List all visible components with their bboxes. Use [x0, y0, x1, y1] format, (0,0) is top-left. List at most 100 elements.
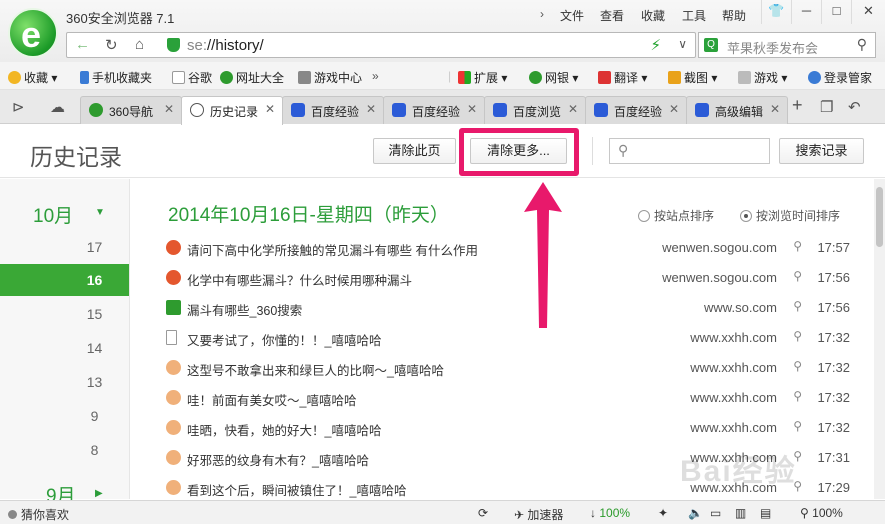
- sort-by-site[interactable]: 按站点排序: [638, 207, 714, 224]
- tab-close-icon[interactable]: ✕: [265, 102, 275, 116]
- undo-close-icon[interactable]: ↶: [848, 98, 861, 116]
- bookmark-google[interactable]: 谷歌: [172, 69, 212, 86]
- day-item[interactable]: 8: [0, 434, 129, 466]
- tab-close-icon[interactable]: ✕: [467, 102, 477, 116]
- history-title-link[interactable]: 漏斗有哪些_360搜索: [187, 300, 302, 319]
- tab-baidu-4[interactable]: 百度经验 ✕: [585, 96, 687, 124]
- toolbox-icon[interactable]: ▤: [760, 506, 771, 520]
- search-history-button[interactable]: 搜索记录: [779, 138, 864, 164]
- search-site-icon[interactable]: ⚲: [793, 419, 802, 433]
- search-site-icon[interactable]: ⚲: [793, 269, 802, 283]
- url-text[interactable]: se://history/: [187, 37, 264, 54]
- tab-list-icon[interactable]: ❐: [820, 98, 833, 116]
- tab-close-icon[interactable]: ✕: [366, 102, 376, 116]
- chevron-down-icon[interactable]: ∨: [678, 37, 687, 51]
- translate-button[interactable]: 翻译 ▾: [598, 69, 647, 86]
- menu-favorites[interactable]: 收藏: [641, 7, 665, 24]
- cleanup-icon[interactable]: ✦: [658, 506, 668, 520]
- search-icon[interactable]: ⚲: [857, 36, 867, 53]
- search-site-icon[interactable]: ⚲: [793, 389, 802, 403]
- zoom-level[interactable]: ⚲ 100%: [800, 506, 843, 520]
- screenshot-button[interactable]: 截图 ▾: [668, 69, 717, 86]
- cloud-icon[interactable]: ☁: [50, 98, 65, 116]
- guess-like-button[interactable]: 猜你喜欢: [8, 506, 69, 523]
- search-site-icon[interactable]: ⚲: [793, 329, 802, 343]
- address-bar[interactable]: ← ↻ ⌂ se://history/ ⚡ ∨: [66, 32, 696, 58]
- menu-tools[interactable]: 工具: [682, 7, 706, 24]
- tab-history[interactable]: 历史记录 ✕: [181, 96, 283, 125]
- history-title-link[interactable]: 哇！前面有美女哎～_嘻嘻哈哈: [187, 390, 356, 409]
- history-search-input[interactable]: ⚲: [609, 138, 770, 164]
- more-bookmarks-icon[interactable]: »: [372, 69, 379, 83]
- search-site-icon[interactable]: ⚲: [793, 299, 802, 313]
- menu-expand-icon[interactable]: ›: [540, 7, 544, 21]
- tab-360[interactable]: 360导航 ✕: [80, 96, 182, 124]
- tab-close-icon[interactable]: ✕: [770, 102, 780, 116]
- bookmark-games[interactable]: 游戏中心: [298, 69, 362, 86]
- download-status[interactable]: ↓ 100%: [590, 506, 630, 520]
- day-item[interactable]: 14: [0, 332, 129, 364]
- browser-logo[interactable]: e: [8, 8, 58, 58]
- new-tab-icon[interactable]: +: [792, 95, 803, 116]
- tab-close-icon[interactable]: ✕: [164, 102, 174, 116]
- speed-mode-icon[interactable]: ⚡: [650, 36, 661, 54]
- ebank-button[interactable]: 网银 ▾: [529, 69, 578, 86]
- chevron-down-icon[interactable]: ▼: [95, 207, 105, 218]
- tab-close-icon[interactable]: ✕: [568, 102, 578, 116]
- feedback-icon[interactable]: ⟳: [478, 506, 488, 520]
- history-row[interactable]: 哇晒，快看，她的好大！_嘻嘻哈哈 www.xxhh.com ⚲ 17:32: [162, 413, 862, 443]
- chevron-right-icon[interactable]: ▶: [95, 488, 103, 499]
- refresh-icon[interactable]: ↻: [105, 36, 118, 54]
- bookmark-hao[interactable]: 网址大全: [220, 69, 284, 86]
- day-item[interactable]: 17: [0, 231, 129, 263]
- sort-by-time[interactable]: 按浏览时间排序: [740, 207, 840, 224]
- history-title-link[interactable]: 请问下高中化学所接触的常见漏斗有哪些 有什么作用: [187, 240, 478, 259]
- history-row[interactable]: 哇！前面有美女哎～_嘻嘻哈哈 www.xxhh.com ⚲ 17:32: [162, 383, 862, 413]
- close-icon[interactable]: ✕: [851, 0, 885, 24]
- tab-close-icon[interactable]: ✕: [669, 102, 679, 116]
- scrollbar-thumb[interactable]: [876, 187, 883, 247]
- window-icon[interactable]: ▭: [710, 506, 721, 520]
- minimize-icon[interactable]: ─: [791, 0, 821, 24]
- layout-icon[interactable]: ▥: [735, 506, 746, 520]
- history-title-link[interactable]: 哇晒，快看，她的好大！_嘻嘻哈哈: [187, 420, 381, 439]
- tab-baidu-1[interactable]: 百度经验 ✕: [282, 96, 384, 124]
- search-site-icon[interactable]: ⚲: [793, 359, 802, 373]
- back-icon[interactable]: ←: [75, 36, 90, 53]
- tab-baidu-5[interactable]: 高级编辑 ✕: [686, 96, 788, 124]
- scrollbar[interactable]: [874, 179, 885, 499]
- search-site-icon[interactable]: ⚲: [793, 239, 802, 253]
- history-title-link[interactable]: 化学中有哪些漏斗？什么时候用哪种漏斗: [187, 270, 412, 289]
- skin-icon[interactable]: 👕: [761, 0, 791, 24]
- so-search-icon[interactable]: Q: [704, 38, 718, 52]
- menu-view[interactable]: 查看: [600, 7, 624, 24]
- extensions-button[interactable]: 扩展 ▾: [458, 69, 507, 86]
- clear-page-button[interactable]: 清除此页: [373, 138, 456, 164]
- menu-help[interactable]: 帮助: [722, 7, 746, 24]
- favorites-button[interactable]: 收藏 ▾: [8, 69, 57, 86]
- login-manager-button[interactable]: 登录管家: [808, 69, 872, 86]
- day-item[interactable]: 9: [0, 400, 129, 432]
- history-row[interactable]: 化学中有哪些漏斗？什么时候用哪种漏斗 wenwen.sogou.com ⚲ 17:56: [162, 263, 862, 293]
- history-title-link[interactable]: 看到这个后，瞬间被镇住了！_嘻嘻哈哈: [187, 480, 406, 499]
- day-item[interactable]: 13: [0, 366, 129, 398]
- history-title-link[interactable]: 又要考试了，你懂的！！_嘻嘻哈哈: [187, 330, 381, 349]
- maximize-icon[interactable]: □: [821, 0, 851, 24]
- history-row[interactable]: 这型号不敢拿出来和绿巨人的比啊～_嘻嘻哈哈 www.xxhh.com ⚲ 17:32: [162, 353, 862, 383]
- mute-icon[interactable]: 🔈: [688, 506, 703, 520]
- home-icon[interactable]: ⌂: [135, 36, 144, 53]
- history-title-link[interactable]: 这型号不敢拿出来和绿巨人的比啊～_嘻嘻哈哈: [187, 360, 444, 379]
- search-box[interactable]: Q 苹果秋季发布会 ⚲: [698, 32, 876, 58]
- day-item[interactable]: 15: [0, 298, 129, 330]
- accelerator-button[interactable]: ✈ 加速器: [514, 506, 563, 523]
- sidebar-toggle-icon[interactable]: ⊳: [12, 98, 25, 116]
- day-item-selected[interactable]: 16: [0, 264, 129, 296]
- history-row[interactable]: 请问下高中化学所接触的常见漏斗有哪些 有什么作用 wenwen.sogou.com…: [162, 233, 862, 263]
- bookmark-mobile[interactable]: 手机收藏夹: [80, 69, 152, 86]
- month-current[interactable]: 10月: [33, 201, 73, 228]
- history-title-link[interactable]: 好邪恶的纹身有木有？_嘻嘻哈哈: [187, 450, 369, 469]
- games-button[interactable]: 游戏 ▾: [738, 69, 787, 86]
- tab-baidu-2[interactable]: 百度经验 ✕: [383, 96, 485, 124]
- history-row[interactable]: 又要考试了，你懂的！！_嘻嘻哈哈 www.xxhh.com ⚲ 17:32: [162, 323, 862, 353]
- menu-file[interactable]: 文件: [560, 7, 584, 24]
